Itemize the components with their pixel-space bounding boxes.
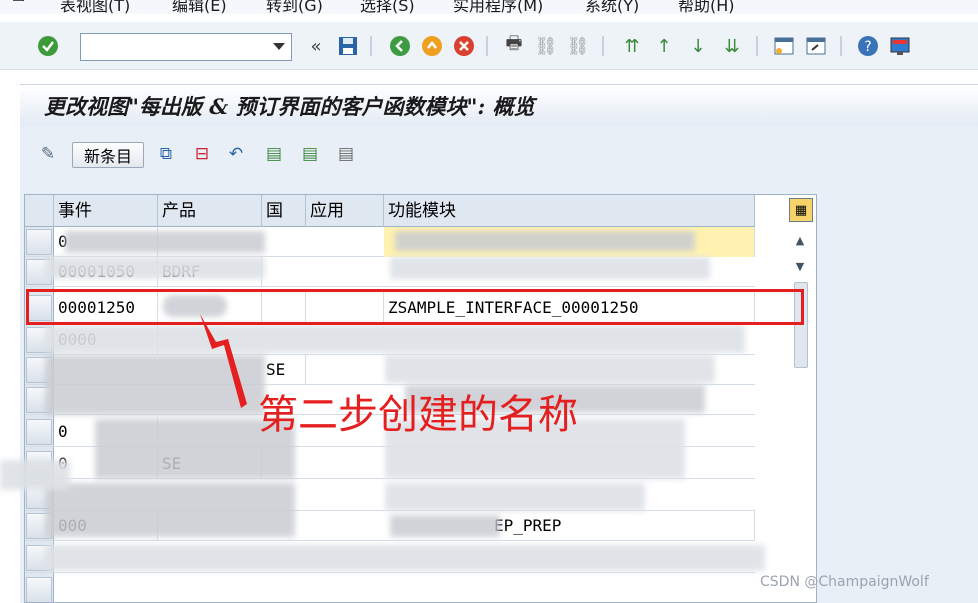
- annotation-arrow: [200, 314, 247, 408]
- annotation-caption: 第二步创建的名称: [258, 392, 578, 438]
- watermark: CSDN @ChampaignWolf: [760, 574, 929, 590]
